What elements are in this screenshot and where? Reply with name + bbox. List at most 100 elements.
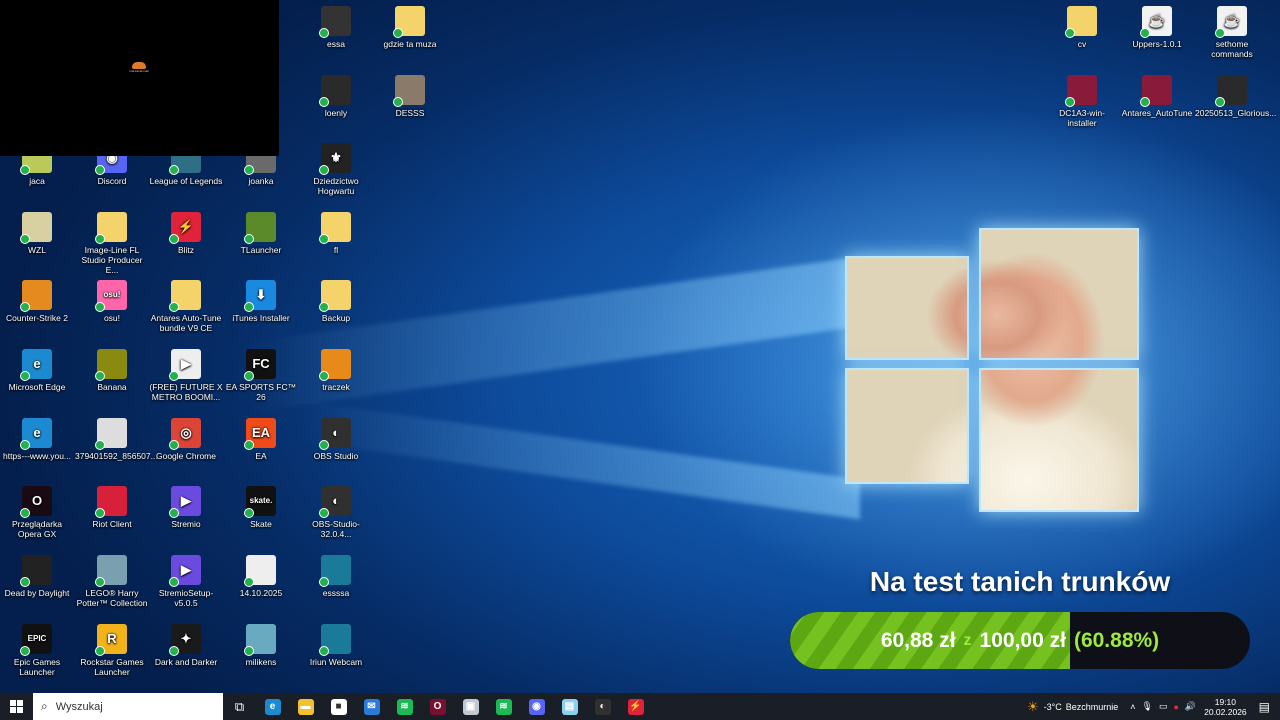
weather-temp[interactable]: -3°C bbox=[1044, 702, 1062, 712]
desktop-icon[interactable]: TLauncher bbox=[224, 212, 298, 255]
task-view-icon: ⧉ bbox=[234, 698, 245, 714]
start-button[interactable] bbox=[0, 693, 33, 720]
desktop-icon[interactable]: loenly bbox=[299, 75, 373, 118]
taskbar-app-button[interactable]: ▬ bbox=[289, 693, 322, 720]
desktop-icon[interactable]: ▶ StremioSetup-v5.0.5 bbox=[149, 555, 223, 608]
desktop-icon[interactable]: Backup bbox=[299, 280, 373, 323]
desktop-icon[interactable]: ◐ OBS Studio bbox=[299, 418, 373, 461]
desktop-icon[interactable]: O Przeglądarka Opera GX bbox=[0, 486, 74, 539]
desktop-icon[interactable]: osu! osu! bbox=[75, 280, 149, 323]
desktop-icon[interactable]: e https---www.you... bbox=[0, 418, 74, 461]
desktop-icon[interactable]: traczek bbox=[299, 349, 373, 392]
taskbar-app-button[interactable]: ◉ bbox=[520, 693, 553, 720]
desktop-icon[interactable]: FC EA SPORTS FC™ 26 bbox=[224, 349, 298, 402]
desktop-icon[interactable]: ◎ Google Chrome bbox=[149, 418, 223, 461]
taskbar-app-button[interactable]: ■ bbox=[322, 693, 355, 720]
logo-pane-bottom-left bbox=[845, 368, 969, 484]
desktop-icon-label: DESSS bbox=[395, 108, 425, 118]
search-placeholder: Wyszukaj bbox=[55, 700, 103, 713]
desktop-icon[interactable]: Dead by Daylight bbox=[0, 555, 74, 598]
taskbar-app-button[interactable]: ▣ bbox=[454, 693, 487, 720]
app-icon: skate. bbox=[244, 486, 276, 518]
sync-check-icon bbox=[1065, 97, 1075, 107]
desktop-icon-label: https---www.you... bbox=[2, 451, 72, 461]
desktop-icon[interactable]: ⬇ iTunes Installer bbox=[224, 280, 298, 323]
tray-chevron-icon[interactable]: ˄ bbox=[1130, 702, 1135, 712]
clock[interactable]: 19:10 20.02.2026 bbox=[1204, 697, 1247, 717]
app-icon bbox=[393, 75, 425, 107]
app-tray-icon[interactable]: ● bbox=[1173, 702, 1178, 712]
desktop-icon[interactable]: ⚡ Blitz bbox=[149, 212, 223, 255]
desktop-icon[interactable]: skate. Skate bbox=[224, 486, 298, 529]
app-icon bbox=[319, 212, 351, 244]
desktop-icon[interactable]: Banana bbox=[75, 349, 149, 392]
weather-desc[interactable]: Bezchmurnie bbox=[1066, 702, 1119, 712]
desktop-icon[interactable]: R Rockstar Games Launcher bbox=[75, 624, 149, 677]
desktop-icon[interactable]: DESSS bbox=[373, 75, 447, 118]
taskbar-app-button[interactable]: O bbox=[421, 693, 454, 720]
desktop-icon[interactable]: milikens bbox=[224, 624, 298, 667]
desktop-icon-label: OBS-Studio-32.0.4... bbox=[312, 519, 360, 539]
desktop-icon[interactable]: essa bbox=[299, 6, 373, 49]
desktop-icon[interactable]: ▶ (FREE) FUTURE X METRO BOOMI... bbox=[149, 349, 223, 402]
microphone-icon[interactable]: 🎙 bbox=[1142, 701, 1153, 712]
desktop-icon[interactable]: essssa bbox=[299, 555, 373, 598]
app-icon: osu! bbox=[95, 280, 127, 312]
taskbar-app-button[interactable]: ⚡ bbox=[619, 693, 652, 720]
desktop-icon[interactable]: Image-Line FL Studio Producer E... bbox=[75, 212, 149, 275]
desktop-icon-label: League of Legends bbox=[149, 176, 223, 186]
app-icon bbox=[244, 555, 276, 587]
desktop-icon[interactable]: ▶ Stremio bbox=[149, 486, 223, 529]
desktop-icon[interactable]: ⚜ Dziedzictwo Hogwartu bbox=[299, 143, 373, 196]
desktop-icon[interactable]: e Microsoft Edge bbox=[0, 349, 74, 392]
task-view-button[interactable]: ⧉ bbox=[223, 693, 256, 720]
desktop: essa gdzie ta muza loenly DESSS jaca ◉ Discord… bbox=[0, 0, 1280, 693]
desktop-icon-label: 14.10.2025 bbox=[239, 588, 283, 598]
desktop-icon-label: Antares_AutoTune bbox=[1121, 108, 1193, 118]
desktop-icon[interactable]: ✦ Dark and Darker bbox=[149, 624, 223, 667]
sync-check-icon bbox=[1065, 28, 1075, 38]
desktop-icon[interactable]: ☕ Uppers-1.0.1 bbox=[1120, 6, 1194, 49]
app-icon: ▶ bbox=[169, 486, 201, 518]
desktop-icon[interactable]: Antares Auto-Tune bundle V9 CE bbox=[149, 280, 223, 333]
desktop-icon-label: Counter-Strike 2 bbox=[6, 313, 68, 323]
desktop-icon-label: Image-Line FL Studio Producer E... bbox=[81, 245, 143, 275]
desktop-icon[interactable]: Antares_AutoTune bbox=[1120, 75, 1194, 118]
desktop-icon[interactable]: WZL bbox=[0, 212, 74, 255]
taskbar-app-button[interactable]: e bbox=[256, 693, 289, 720]
desktop-icon[interactable]: EA EA bbox=[224, 418, 298, 461]
taskbar-app-button[interactable]: ≋ bbox=[388, 693, 421, 720]
blitz-icon: ⚡ bbox=[627, 698, 644, 715]
desktop-icon[interactable]: gdzie ta muza bbox=[373, 6, 447, 49]
desktop-icon[interactable]: Iriun Webcam bbox=[299, 624, 373, 667]
desktop-icon[interactable]: cv bbox=[1045, 6, 1119, 49]
desktop-icon[interactable]: 14.10.2025 bbox=[224, 555, 298, 598]
desktop-icon[interactable]: 20250513_Glorious... bbox=[1195, 75, 1276, 118]
taskbar-app-button[interactable]: ▤ bbox=[553, 693, 586, 720]
network-icon[interactable]: ▭ bbox=[1159, 701, 1168, 712]
desktop-icon[interactable]: ◐ OBS-Studio-32.0.4... bbox=[299, 486, 373, 539]
app-icon: ◐ bbox=[319, 418, 351, 450]
desktop-icon[interactable]: fl bbox=[299, 212, 373, 255]
desktop-icon-label: Blitz bbox=[177, 245, 195, 255]
desktop-icon[interactable]: ☕ sethome commands bbox=[1195, 6, 1269, 59]
desktop-icon[interactable]: EPIC Epic Games Launcher bbox=[0, 624, 74, 677]
volume-icon[interactable]: 🔊 bbox=[1185, 701, 1196, 712]
taskbar-app-button[interactable]: ✉ bbox=[355, 693, 388, 720]
desktop-icon[interactable]: DC1A3-win-installer bbox=[1045, 75, 1119, 128]
desktop-icon[interactable]: LEGO® Harry Potter™ Collection bbox=[75, 555, 149, 608]
sync-check-icon bbox=[20, 302, 30, 312]
app-icon: ☕ bbox=[1215, 6, 1247, 38]
notification-icon[interactable]: ▤ bbox=[1259, 700, 1270, 714]
desktop-icon-label: cv bbox=[1077, 39, 1087, 49]
app-icon bbox=[169, 280, 201, 312]
sync-check-icon bbox=[1215, 28, 1225, 38]
taskbar-search-box[interactable]: ⌕ Wyszukaj bbox=[33, 693, 223, 720]
taskbar-app-button[interactable]: ◐ bbox=[586, 693, 619, 720]
app-icon bbox=[20, 280, 52, 312]
sync-check-icon bbox=[169, 371, 179, 381]
desktop-icon[interactable]: 379401592_856507... bbox=[75, 418, 158, 461]
taskbar-app-button[interactable]: ≋ bbox=[487, 693, 520, 720]
desktop-icon[interactable]: Counter-Strike 2 bbox=[0, 280, 74, 323]
desktop-icon[interactable]: Riot Client bbox=[75, 486, 149, 529]
